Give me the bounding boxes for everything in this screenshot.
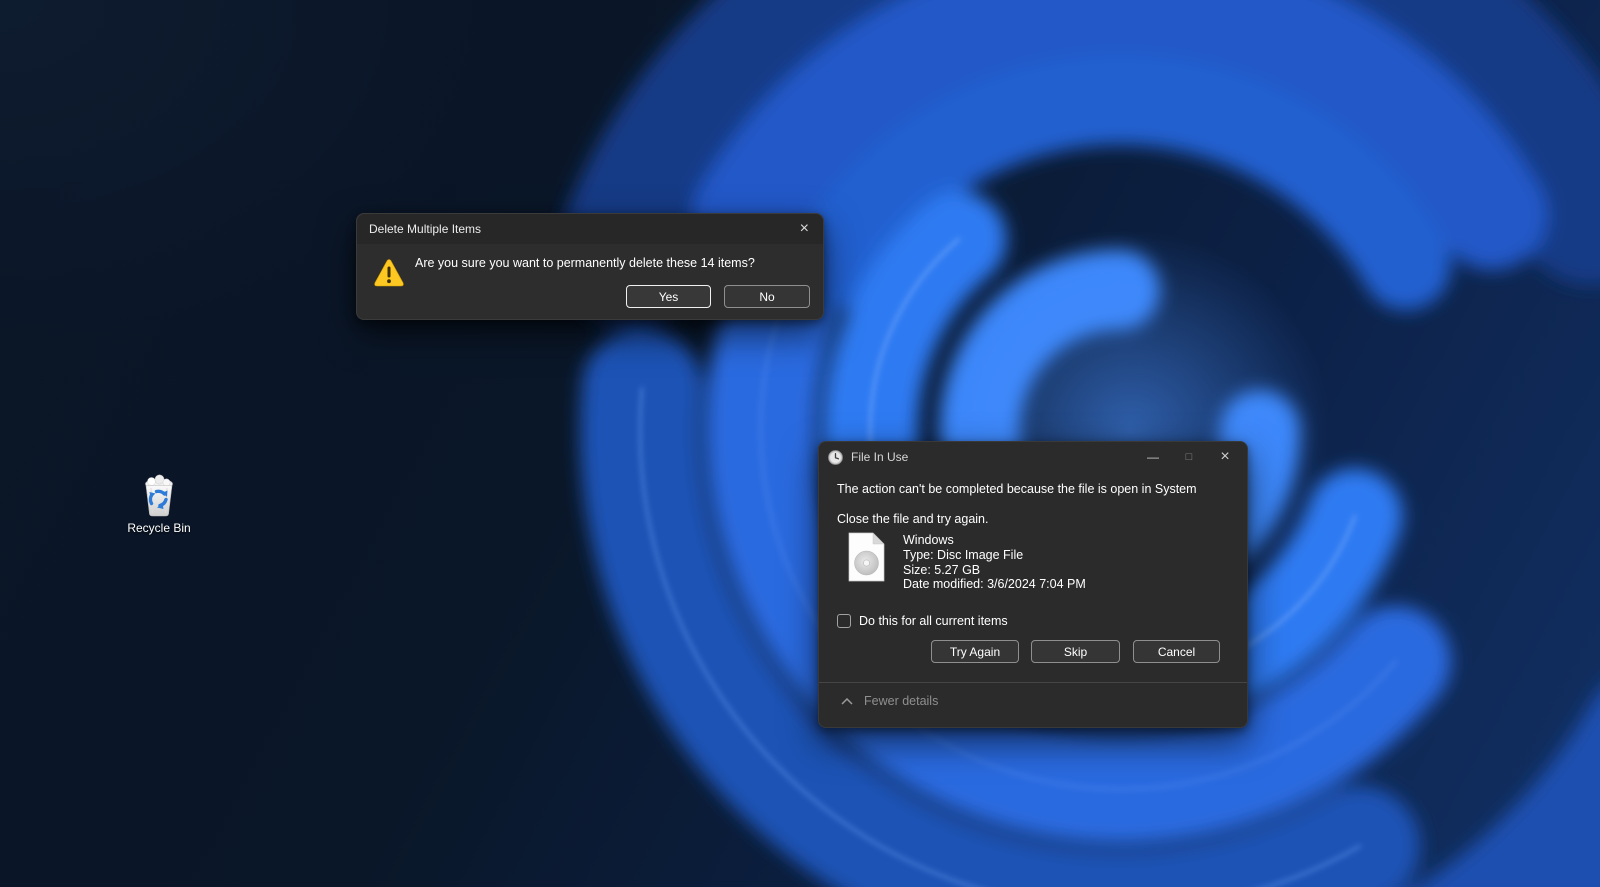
desktop-surface: Recycle Bin Delete Multiple Items × Are … bbox=[0, 0, 1600, 887]
file-in-use-instruction: Close the file and try again. bbox=[837, 512, 988, 526]
file-in-use-titlebar[interactable]: File In Use — □ × bbox=[819, 442, 1247, 472]
delete-multiple-items-dialog: Delete Multiple Items × Are you sure you… bbox=[356, 213, 824, 320]
file-date-modified: Date modified: 3/6/2024 7:04 PM bbox=[903, 577, 1086, 592]
fewer-details-toggle[interactable]: Fewer details bbox=[841, 694, 938, 708]
file-name: Windows bbox=[903, 533, 1086, 548]
file-in-use-dialog: File In Use — □ × The action can't be co… bbox=[818, 441, 1248, 728]
recycle-bin-icon bbox=[136, 472, 182, 518]
chevron-up-icon bbox=[841, 698, 853, 705]
close-icon[interactable]: × bbox=[798, 221, 811, 237]
delete-dialog-titlebar[interactable]: Delete Multiple Items × bbox=[357, 214, 823, 244]
delete-dialog-title: Delete Multiple Items bbox=[369, 222, 481, 236]
do-for-all-row: Do this for all current items bbox=[837, 614, 1008, 628]
close-icon[interactable]: × bbox=[1207, 442, 1243, 472]
file-size: Size: 5.27 GB bbox=[903, 563, 1086, 578]
try-again-button[interactable]: Try Again bbox=[931, 640, 1019, 663]
wallpaper-bloom bbox=[0, 0, 1600, 887]
minimize-icon[interactable]: — bbox=[1135, 442, 1171, 472]
file-type: Type: Disc Image File bbox=[903, 548, 1086, 563]
skip-button[interactable]: Skip bbox=[1031, 640, 1120, 663]
fewer-details-label: Fewer details bbox=[864, 694, 938, 708]
cancel-button[interactable]: Cancel bbox=[1133, 640, 1220, 663]
clock-icon bbox=[828, 450, 843, 465]
file-info: Windows Type: Disc Image File Size: 5.27… bbox=[903, 533, 1086, 592]
do-for-all-label[interactable]: Do this for all current items bbox=[859, 614, 1008, 628]
file-in-use-title: File In Use bbox=[851, 450, 908, 464]
warning-icon bbox=[374, 258, 404, 292]
delete-confirm-message: Are you sure you want to permanently del… bbox=[415, 256, 755, 270]
recycle-bin[interactable]: Recycle Bin bbox=[117, 472, 201, 535]
disc-image-file-icon bbox=[846, 532, 887, 587]
yes-button[interactable]: Yes bbox=[626, 285, 711, 308]
footer-divider bbox=[819, 682, 1247, 683]
do-for-all-checkbox[interactable] bbox=[837, 614, 851, 628]
maximize-icon[interactable]: □ bbox=[1171, 442, 1207, 472]
no-button[interactable]: No bbox=[724, 285, 810, 308]
recycle-bin-label: Recycle Bin bbox=[117, 521, 201, 535]
file-in-use-message: The action can't be completed because th… bbox=[837, 482, 1197, 496]
